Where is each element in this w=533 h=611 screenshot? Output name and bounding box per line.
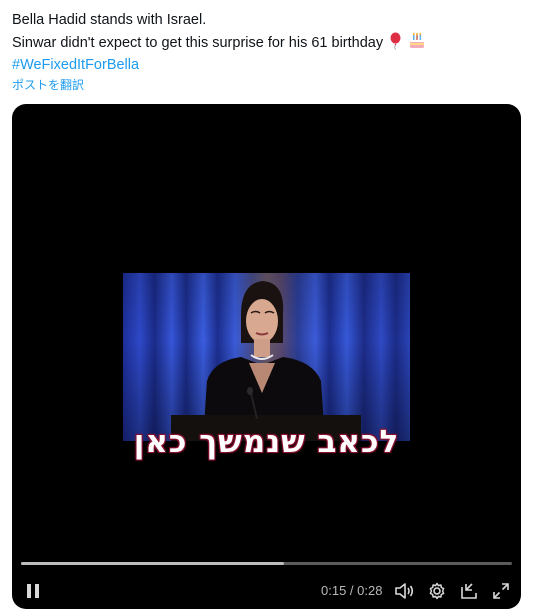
progress-bar[interactable]: [21, 562, 512, 565]
volume-button[interactable]: [393, 578, 415, 604]
settings-button[interactable]: [426, 578, 448, 604]
dock-button[interactable]: [458, 578, 480, 604]
balloon-emoji-icon: [389, 32, 406, 50]
pause-icon: [27, 584, 39, 598]
video-subtitle: לכאב שנמשך כאן: [133, 424, 400, 460]
fullscreen-icon: [493, 583, 509, 599]
duration: 0:28: [357, 583, 383, 598]
time-separator: /: [346, 583, 358, 598]
hashtag-link[interactable]: #WeFixedItForBella: [12, 54, 512, 76]
current-time: 0:15: [321, 583, 347, 598]
tweet-text: Bella Hadid stands with Israel. Sinwar d…: [12, 9, 512, 76]
tweet-line-2: Sinwar didn't expect to get this surpris…: [12, 31, 512, 54]
birthday-cake-emoji-icon: [408, 32, 426, 50]
pause-button[interactable]: [22, 578, 44, 604]
video-player[interactable]: לכאב שנמשך כאן 0:15 / 0:28: [12, 104, 521, 609]
speaker-figure: [171, 281, 361, 441]
volume-icon: [395, 583, 414, 599]
progress-fill: [21, 562, 285, 565]
player-controls: 0:15 / 0:28: [12, 578, 521, 604]
translate-post-link[interactable]: ポストを翻訳: [12, 76, 84, 93]
tweet-line-1: Bella Hadid stands with Israel.: [12, 12, 207, 28]
dock-icon: [461, 583, 477, 599]
time-display: 0:15 / 0:28: [321, 583, 382, 598]
video-frame[interactable]: [123, 273, 410, 441]
fullscreen-button[interactable]: [490, 578, 512, 604]
tweet-line-2-text: Sinwar didn't expect to get this surpris…: [12, 35, 384, 51]
settings-icon: [429, 582, 445, 600]
